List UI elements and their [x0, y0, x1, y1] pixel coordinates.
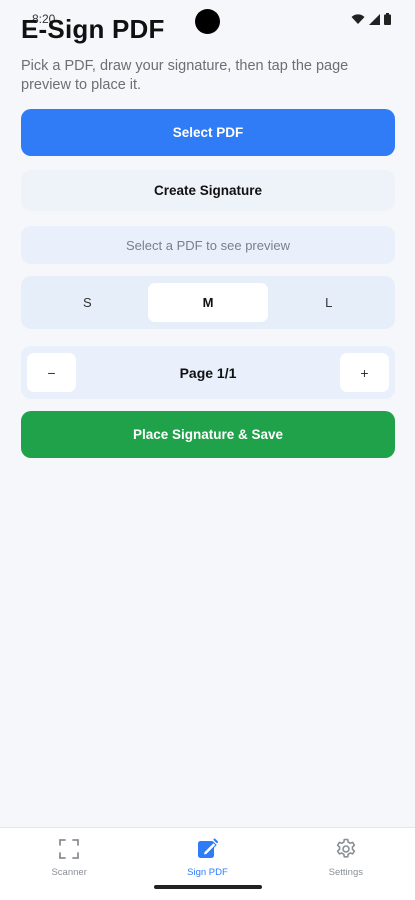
size-option-l[interactable]: L: [268, 283, 389, 322]
page-indicator: Page 1/1: [179, 364, 237, 381]
signature-size-selector: S M L: [21, 276, 395, 329]
prev-page-button[interactable]: −: [27, 353, 76, 392]
scanner-icon: [59, 839, 80, 859]
nav-label-settings: Settings: [328, 867, 363, 878]
home-indicator[interactable]: [154, 885, 262, 889]
nav-label-sign-pdf: Sign PDF: [187, 867, 228, 878]
select-pdf-button[interactable]: Select PDF: [21, 109, 395, 156]
nav-label-scanner: Scanner: [51, 867, 87, 878]
sign-pdf-icon: [198, 838, 219, 858]
place-signature-save-button[interactable]: Place Signature & Save: [21, 411, 395, 458]
battery-icon: [384, 13, 391, 25]
gear-icon: [336, 838, 356, 858]
pdf-preview[interactable]: Select a PDF to see preview: [21, 226, 395, 264]
camera-cutout: [195, 9, 220, 34]
page-subtitle: Pick a PDF, draw your signature, then ta…: [21, 58, 349, 93]
nav-item-settings[interactable]: Settings: [277, 828, 415, 900]
size-option-m[interactable]: M: [147, 283, 269, 322]
page-navigator: − Page 1/1 +: [21, 346, 395, 399]
page-title: E-Sign PDF: [21, 14, 165, 44]
nav-item-scanner[interactable]: Scanner: [0, 828, 138, 900]
wifi-icon: [351, 14, 365, 24]
signal-icon: [369, 13, 380, 25]
bottom-navigation: Scanner Sign PDF Settings: [0, 827, 415, 900]
create-signature-button[interactable]: Create Signature: [21, 170, 395, 211]
status-icons: [351, 13, 391, 25]
size-option-s[interactable]: S: [27, 283, 148, 322]
nav-item-sign-pdf[interactable]: Sign PDF: [138, 828, 276, 900]
preview-placeholder: Select a PDF to see preview: [125, 237, 291, 253]
next-page-button[interactable]: +: [339, 353, 389, 392]
